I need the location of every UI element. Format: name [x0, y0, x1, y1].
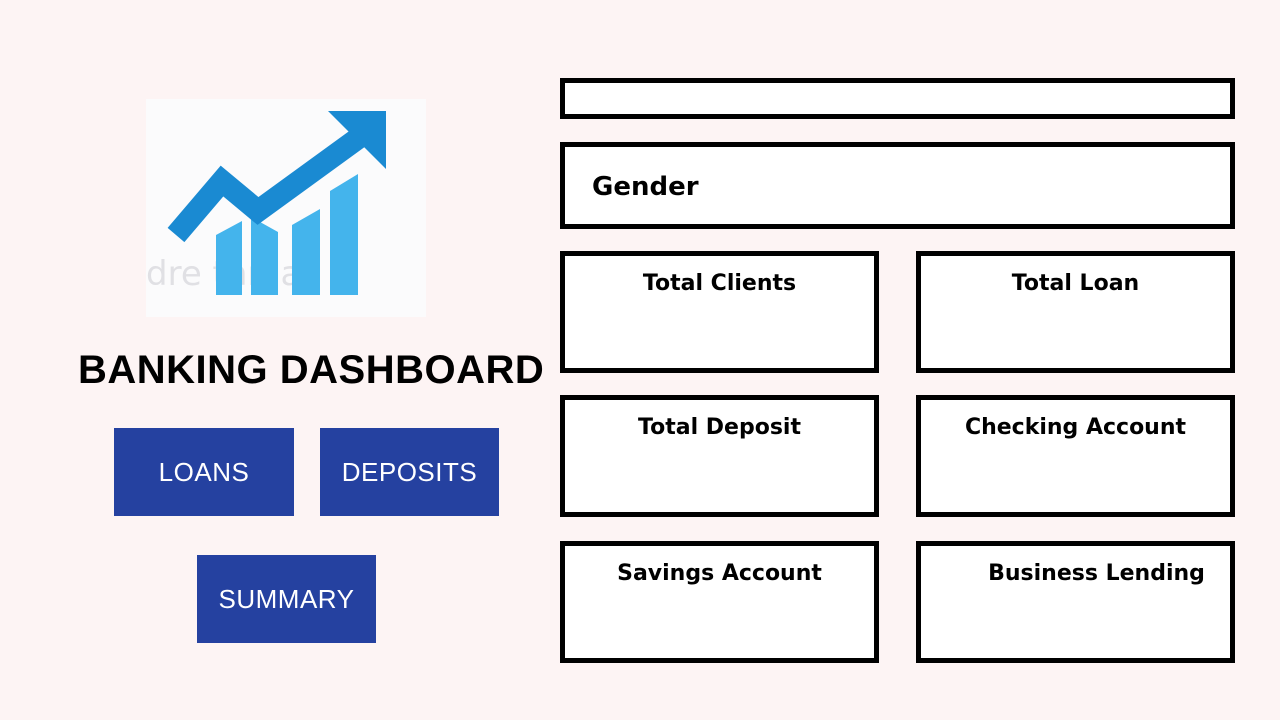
total-deposit-card: Total Deposit: [560, 395, 879, 517]
card-title: Total Deposit: [638, 415, 801, 440]
deposits-button[interactable]: DEPOSITS: [320, 428, 499, 516]
card-title: Savings Account: [617, 561, 822, 586]
total-loan-card: Total Loan: [916, 251, 1235, 373]
loans-button[interactable]: LOANS: [114, 428, 294, 516]
app-title: BANKING DASHBOARD: [78, 348, 545, 392]
checking-account-card: Checking Account: [916, 395, 1235, 517]
growth-chart-icon: dre thma: [146, 99, 426, 317]
card-title: Business Lending: [988, 561, 1205, 586]
total-clients-card: Total Clients: [560, 251, 879, 373]
card-title: Total Loan: [1011, 271, 1140, 296]
top-filter-bar[interactable]: [560, 78, 1235, 119]
summary-button[interactable]: SUMMARY: [197, 555, 376, 643]
gender-filter-label: Gender: [592, 172, 699, 202]
gender-filter[interactable]: Gender: [560, 142, 1235, 229]
business-lending-card: Business Lending: [916, 541, 1235, 663]
card-title: Total Clients: [642, 271, 797, 296]
savings-account-card: Savings Account: [560, 541, 879, 663]
card-title: Checking Account: [964, 415, 1187, 440]
logo: dre thma: [146, 99, 426, 317]
